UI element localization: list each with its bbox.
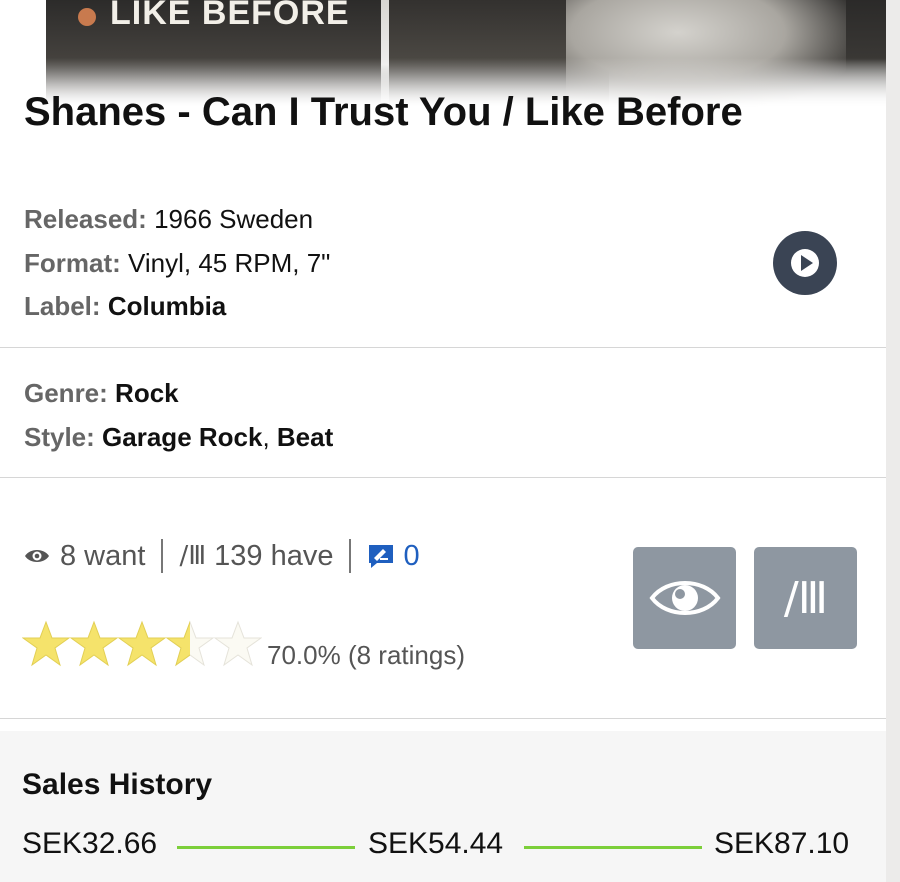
sales-range-line: [524, 846, 702, 849]
label-link[interactable]: Columbia: [108, 291, 226, 321]
format-value: Vinyl, 45 RPM, 7": [128, 248, 331, 278]
divider: [0, 347, 886, 348]
collection-icon: /Ⅲ: [783, 572, 828, 624]
add-to-wantlist-button[interactable]: [633, 547, 736, 649]
rating-summary: 70.0% (8 ratings): [267, 640, 465, 670]
release-title: Shanes - Can I Trust You / Like Before: [24, 90, 743, 134]
play-icon: [791, 249, 819, 277]
sales-range-line: [177, 846, 355, 849]
sales-low-price: SEK32.66: [22, 827, 158, 860]
collection-icon: /Ⅲ: [179, 541, 207, 571]
divider: [0, 477, 886, 478]
want-count[interactable]: 8 want: [60, 540, 145, 573]
cover-text: LIKE BEFORE: [110, 0, 350, 32]
genre-link[interactable]: Rock: [115, 378, 179, 408]
format-row: Format: Vinyl, 45 RPM, 7": [24, 248, 330, 279]
eye-icon: [25, 550, 49, 562]
star-icon: [118, 620, 166, 667]
eye-icon: [648, 581, 721, 615]
sales-high-price: SEK87.10: [714, 827, 850, 860]
right-gutter: [886, 0, 900, 882]
genre-label: Genre:: [24, 378, 108, 408]
add-to-collection-button[interactable]: /Ⅲ: [754, 547, 857, 649]
released-value: 1966 Sweden: [154, 204, 314, 234]
sales-history-title: Sales History: [22, 768, 213, 801]
star-icon: [70, 620, 118, 667]
label-row: Label: Columbia: [24, 291, 226, 322]
style-link-garage-rock[interactable]: Garage Rock: [102, 422, 262, 452]
format-label: Format:: [24, 248, 121, 278]
stats-separator: [161, 539, 164, 573]
cover-dot: [78, 8, 96, 26]
half-star-icon: [166, 620, 214, 667]
have-count[interactable]: 139 have: [214, 540, 333, 573]
play-button[interactable]: [773, 231, 837, 295]
stats-separator: [349, 539, 352, 573]
empty-star-icon: [214, 620, 262, 667]
style-label: Style:: [24, 422, 95, 452]
label-label: Label:: [24, 291, 101, 321]
stats-row: 8 want /Ⅲ 139 have 0: [24, 536, 420, 576]
divider: [0, 718, 886, 719]
sales-median-price: SEK54.44: [368, 827, 504, 860]
style-row: Style: Garage Rock, Beat: [24, 422, 333, 453]
comments-count[interactable]: 0: [403, 540, 419, 573]
style-link-beat[interactable]: Beat: [277, 422, 333, 452]
style-separator: ,: [262, 422, 277, 452]
star-icon: [22, 620, 70, 667]
released-label: Released:: [24, 204, 147, 234]
genre-row: Genre: Rock: [24, 378, 179, 409]
comment-icon: [369, 545, 394, 568]
released-row: Released: 1966 Sweden: [24, 204, 313, 235]
star-rating[interactable]: [22, 620, 262, 668]
